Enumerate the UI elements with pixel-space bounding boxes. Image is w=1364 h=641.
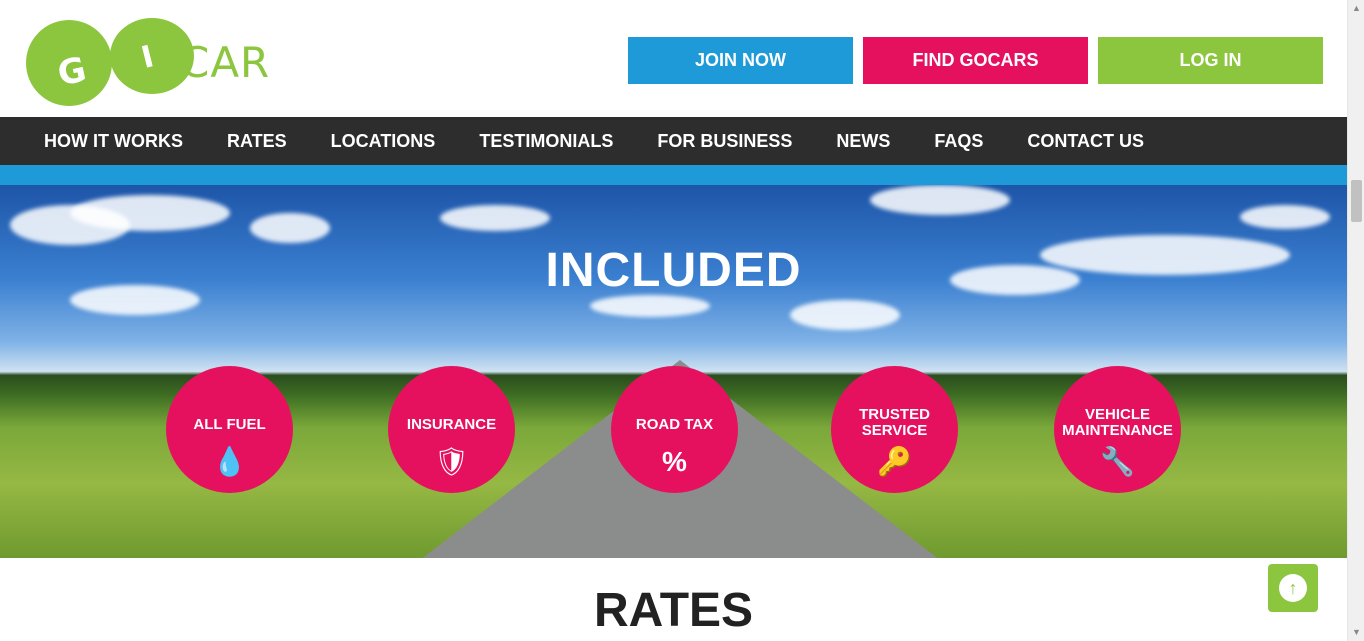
page: G I CAR JOIN NOW FIND GOCARS LOG IN HOW …	[0, 0, 1347, 641]
nav-locations[interactable]: LOCATIONS	[309, 131, 458, 152]
hero-banner: INCLUDED ALL FUEL 💧 INSURANCE 🛡 ROAD TAX…	[0, 185, 1347, 558]
nav-contact-us[interactable]: CONTACT US	[1005, 131, 1166, 152]
feature-label-line2: MAINTENANCE	[1062, 422, 1173, 439]
rates-heading: RATES	[593, 584, 754, 637]
nav-news[interactable]: NEWS	[814, 131, 912, 152]
feature-label-line1: VEHICLE	[1084, 406, 1150, 423]
back-to-top-button[interactable]: ↑	[1268, 564, 1318, 612]
feature-road-tax: ROAD TAX %	[611, 366, 738, 493]
feature-insurance: INSURANCE 🛡	[388, 366, 515, 493]
cloud	[250, 213, 330, 243]
scroll-down-arrow-icon[interactable]: ▼	[1348, 624, 1364, 641]
find-gocars-button[interactable]: FIND GOCARS	[863, 37, 1088, 84]
header: G I CAR JOIN NOW FIND GOCARS LOG IN	[0, 0, 1347, 117]
cloud	[440, 205, 550, 231]
nav-rates[interactable]: RATES	[205, 131, 309, 152]
nav-for-business[interactable]: FOR BUSINESS	[635, 131, 814, 152]
cloud	[870, 185, 1010, 215]
shield-icon: 🛡	[433, 446, 470, 477]
logo-word-car: CAR	[180, 38, 271, 87]
blue-strip	[0, 165, 1347, 185]
wrench-icon: 🔧	[1100, 446, 1135, 477]
feature-label-line1: TRUSTED	[859, 406, 930, 423]
cloud	[590, 295, 710, 317]
log-in-button[interactable]: LOG IN	[1098, 37, 1323, 84]
drop-icon: 💧	[212, 446, 247, 477]
cloud	[1240, 205, 1330, 229]
nav-testimonials[interactable]: TESTIMONIALS	[457, 131, 635, 152]
feature-label: ALL FUEL	[193, 416, 266, 433]
key-icon: 🔑	[877, 446, 912, 477]
cloud	[790, 300, 900, 330]
included-heading: INCLUDED	[545, 244, 802, 297]
feature-trusted-service: TRUSTED SERVICE 🔑	[831, 366, 958, 493]
feature-label: VEHICLE MAINTENANCE	[1054, 407, 1181, 439]
cloud	[70, 195, 230, 231]
feature-label: TRUSTED SERVICE	[831, 407, 958, 439]
feature-label: ROAD TAX	[635, 416, 714, 433]
scroll-up-arrow-icon[interactable]: ▲	[1348, 0, 1364, 17]
main-nav: HOW IT WORKS RATES LOCATIONS TESTIMONIAL…	[0, 117, 1347, 165]
gocar-logo[interactable]: G I CAR	[24, 18, 284, 108]
arrow-up-circle-icon: ↑	[1279, 574, 1307, 602]
join-now-button[interactable]: JOIN NOW	[628, 37, 853, 84]
feature-all-fuel: ALL FUEL 💧	[166, 366, 293, 493]
vertical-scrollbar[interactable]: ▲ ▼	[1347, 0, 1364, 641]
feature-vehicle-maintenance: VEHICLE MAINTENANCE 🔧	[1054, 366, 1181, 493]
scrollbar-thumb[interactable]	[1351, 180, 1362, 222]
percent-icon: %	[662, 446, 687, 477]
nav-how-it-works[interactable]: HOW IT WORKS	[22, 131, 205, 152]
nav-faqs[interactable]: FAQS	[912, 131, 1005, 152]
feature-label-line2: SERVICE	[861, 422, 928, 439]
feature-label: INSURANCE	[406, 416, 497, 433]
